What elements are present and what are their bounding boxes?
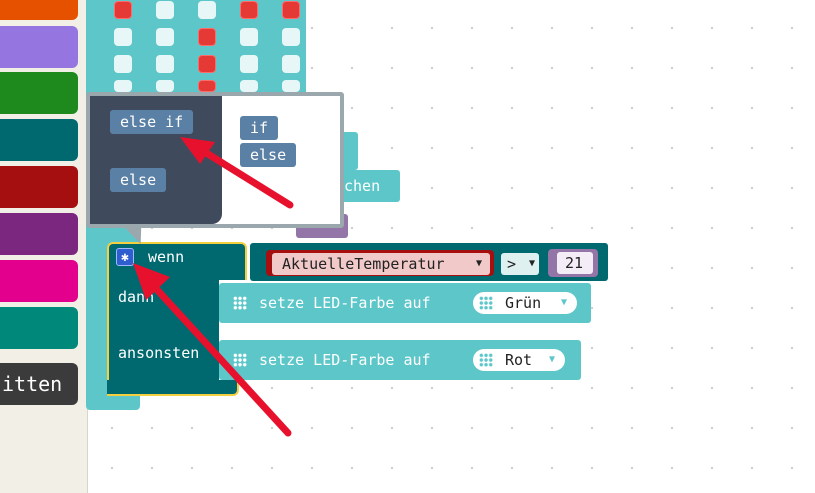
arrow-to-else-if bbox=[133, 137, 294, 437]
